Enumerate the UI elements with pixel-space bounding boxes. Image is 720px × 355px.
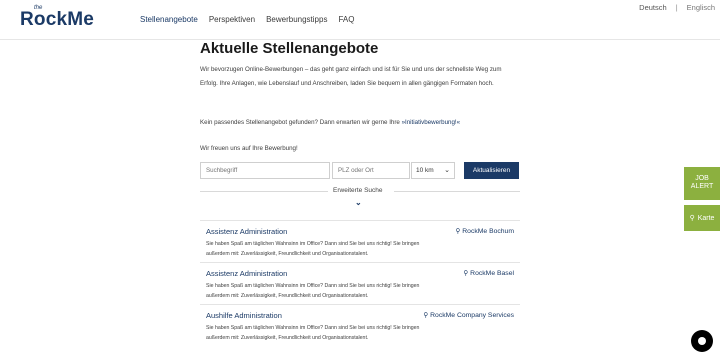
update-button[interactable]: Aktualisieren	[464, 162, 519, 179]
radius-value: 10 km	[416, 167, 434, 174]
search-bar: 10 km ⌄ Aktualisieren	[200, 162, 520, 179]
nav-stellenangebote[interactable]: Stellenangebote	[140, 15, 198, 24]
location-pin-icon: ⚲	[423, 312, 429, 319]
job-location: ⚲ RockMe Bochum	[455, 227, 514, 236]
location-input[interactable]	[332, 162, 410, 179]
job-location-text: RockMe Basel	[470, 269, 514, 277]
divider-left	[200, 191, 328, 192]
job-item[interactable]: Aushilfe Administration ⚲ RockMe Company …	[200, 304, 520, 346]
advanced-search-toggle[interactable]: Erweiterte Suche ⌄	[200, 186, 520, 210]
job-description: Sie haben Spaß am täglichen Wahnsinn im …	[206, 325, 420, 341]
job-location-text: RockMe Company Services	[430, 311, 514, 319]
lang-separator: |	[675, 3, 678, 12]
divider-right	[394, 191, 520, 192]
language-switcher: Deutsch | Englisch	[639, 3, 715, 12]
chevron-down-icon: ⌄	[444, 167, 450, 174]
location-pin-icon: ⚲	[689, 215, 695, 222]
job-location: ⚲ RockMe Company Services	[423, 311, 514, 320]
job-location-text: RockMe Bochum	[462, 227, 514, 235]
location-pin-icon: ⚲	[463, 270, 469, 277]
lang-englisch[interactable]: Englisch	[687, 3, 715, 12]
job-description: Sie haben Spaß am täglichen Wahnsinn im …	[206, 283, 420, 299]
no-match-label: Kein passendes Stellenangebot gefunden? …	[200, 119, 402, 126]
nav-perspektiven[interactable]: Perspektiven	[209, 15, 255, 24]
nav-bewerbungstipps[interactable]: Bewerbungstipps	[266, 15, 327, 24]
job-title[interactable]: Assistenz Administration	[206, 269, 287, 278]
job-alert-line1: JOB	[695, 175, 709, 182]
logo-text: RockMe	[20, 9, 95, 30]
intro-text: Wir bevorzugen Online-Bewerbungen – das …	[200, 66, 502, 87]
lang-deutsch[interactable]: Deutsch	[639, 3, 667, 12]
job-description: Sie haben Spaß am täglichen Wahnsinn im …	[206, 241, 420, 257]
keyword-input[interactable]	[200, 162, 330, 179]
advanced-search-label: Erweiterte Suche	[333, 187, 383, 194]
job-title[interactable]: Assistenz Administration	[206, 227, 287, 236]
job-location: ⚲ RockMe Basel	[463, 269, 514, 278]
chevron-down-icon: ⌄	[355, 198, 362, 207]
chat-bubble-icon	[698, 337, 706, 345]
job-item[interactable]: Assistenz Administration ⚲ RockMe Bochum …	[200, 220, 520, 262]
job-title[interactable]: Aushilfe Administration	[206, 311, 282, 320]
no-match-text: Kein passendes Stellenangebot gefunden? …	[200, 118, 520, 128]
chat-widget-button[interactable]	[691, 330, 713, 352]
page-title: Aktuelle Stellenangebote	[200, 40, 379, 57]
job-alert-button[interactable]: JOB ALERT	[684, 167, 720, 200]
nav-faq[interactable]: FAQ	[338, 15, 354, 24]
location-pin-icon: ⚲	[455, 228, 461, 235]
main-nav: Stellenangebote Perspektiven Bewerbungst…	[140, 15, 354, 24]
map-label: Karte	[697, 214, 715, 222]
job-alert-line2: ALERT	[690, 183, 714, 190]
rockme-logo[interactable]: the RockMe	[20, 5, 96, 31]
job-item[interactable]: Assistenz Administration ⚲ RockMe Basel S…	[200, 262, 520, 304]
apply-message: Wir freuen uns auf Ihre Bewerbung!	[200, 145, 298, 152]
radius-select[interactable]: 10 km ⌄	[411, 162, 455, 179]
map-button[interactable]: ⚲ Karte	[684, 205, 720, 231]
site-header: the RockMe Stellenangebote Perspektiven …	[0, 0, 720, 40]
initiative-application-link[interactable]: »Initiativbewerbung!«	[402, 119, 460, 126]
